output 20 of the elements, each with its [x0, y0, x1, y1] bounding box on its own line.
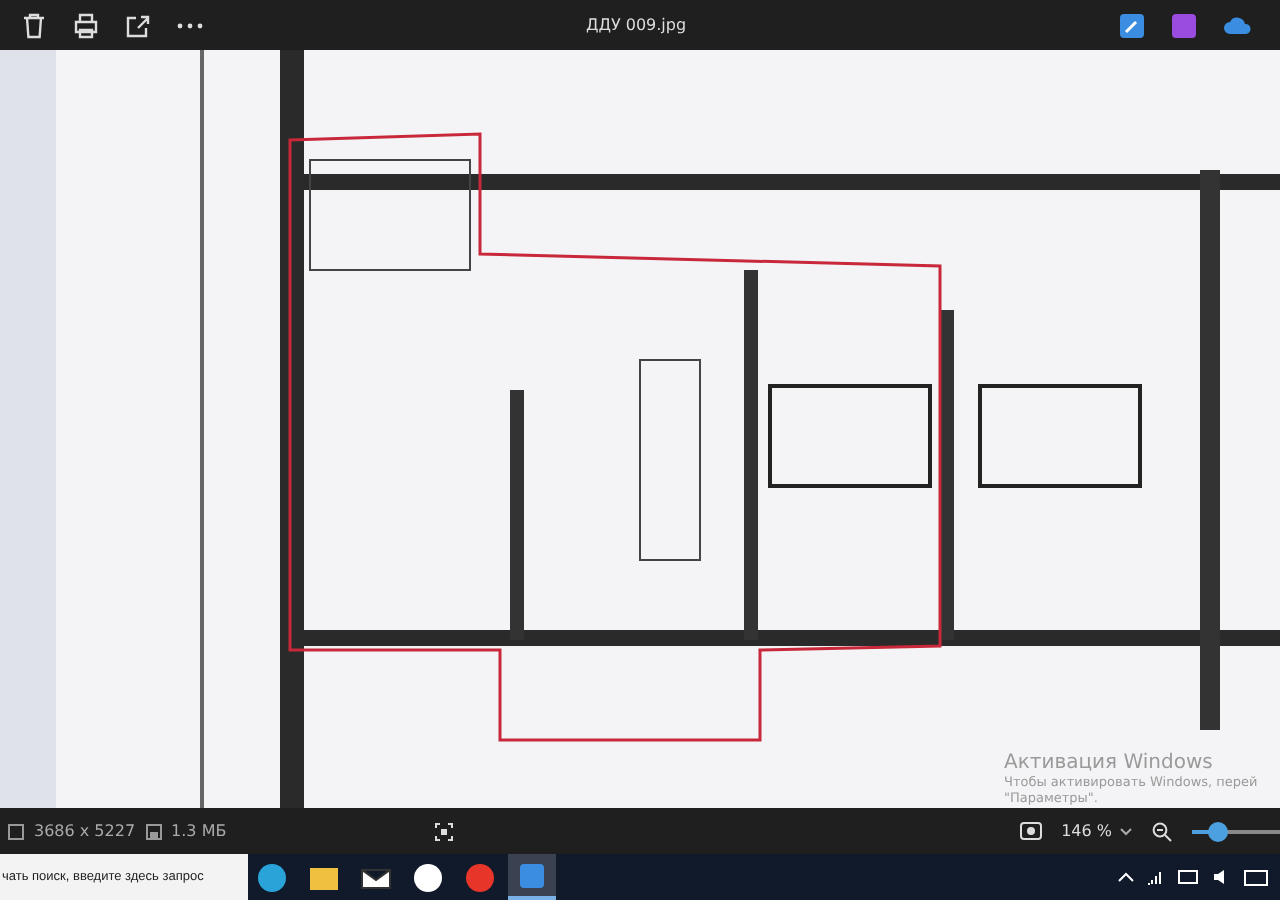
caret-icon — [1120, 827, 1132, 835]
edit-icon[interactable] — [1120, 13, 1145, 37]
share-icon[interactable] — [124, 11, 152, 39]
file-size-icon — [145, 823, 162, 839]
file-size: 1.3 МБ — [171, 822, 227, 840]
chevron-up-icon[interactable] — [1118, 872, 1134, 882]
fullscreen-icon[interactable] — [434, 821, 454, 841]
network-icon[interactable] — [1146, 869, 1166, 885]
print-icon[interactable] — [72, 11, 100, 39]
keyboard-icon[interactable] — [1244, 869, 1268, 885]
zoom-dropdown[interactable]: 146 % — [1061, 822, 1132, 840]
more-icon[interactable] — [176, 21, 204, 29]
delete-icon[interactable] — [20, 11, 48, 39]
image-dimensions: 3686 x 5227 — [34, 822, 136, 840]
window-title: ДДУ 009.jpg — [585, 16, 687, 34]
zoom-out-icon[interactable] — [1152, 821, 1172, 841]
image-size-icon — [8, 823, 24, 839]
cloud-icon[interactable] — [1224, 15, 1253, 35]
fit-icon[interactable] — [1019, 822, 1042, 840]
activation-title: Активация Windows — [1004, 752, 1215, 774]
